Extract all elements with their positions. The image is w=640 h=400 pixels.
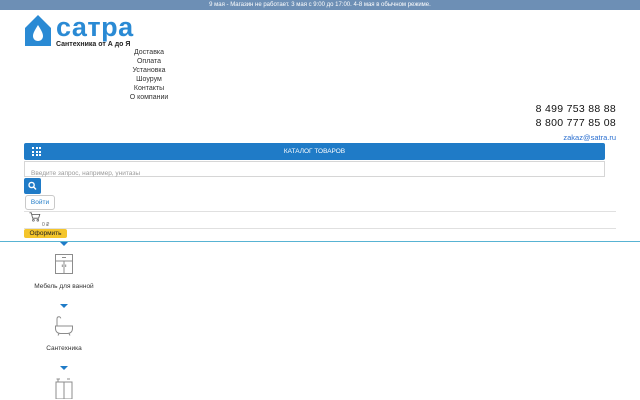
nav-item-delivery[interactable]: Доставка (118, 48, 180, 57)
announcement-bar: 9 мая - Магазин не работает. 3 мая с 9:0… (0, 0, 640, 10)
logo[interactable]: сатра Сантехника от А до Я (24, 12, 134, 50)
checkout-button[interactable]: Оформить (24, 229, 67, 238)
search-icon (28, 181, 37, 190)
catalog-button[interactable]: КАТАЛОГ ТОВАРОВ (24, 143, 605, 160)
category-item[interactable] (24, 366, 104, 400)
main-nav: Доставка Оплата Установка Шоурум Контакт… (118, 48, 180, 102)
search-button[interactable] (24, 178, 41, 194)
logo-tagline: Сантехника от А до Я (56, 41, 131, 48)
caret-down-icon (60, 242, 68, 246)
nav-item-payment[interactable]: Оплата (118, 57, 180, 66)
divider (24, 228, 616, 229)
bathtub-icon (55, 316, 73, 336)
login-button[interactable]: Войти (25, 195, 55, 210)
divider (24, 211, 616, 212)
nav-item-showroom[interactable]: Шоурум (118, 75, 180, 84)
shower-cabin-icon (55, 378, 73, 399)
nav-item-installation[interactable]: Установка (118, 66, 180, 75)
email-link[interactable]: zakaz@satra.ru (536, 132, 616, 143)
logo-drop-icon (25, 15, 51, 46)
grid-icon (32, 147, 41, 156)
search-box (24, 161, 605, 181)
nav-item-contacts[interactable]: Контакты (118, 84, 180, 93)
category-item[interactable]: Мебель для ванной (24, 242, 104, 290)
contacts-block: 8 499 753 88 88 8 800 777 85 08 zakaz@sa… (536, 102, 616, 143)
cart-icon[interactable] (29, 212, 41, 222)
vanity-cabinet-icon (55, 254, 73, 274)
phone-secondary[interactable]: 8 800 777 85 08 (536, 116, 616, 130)
catalog-button-label: КАТАЛОГ ТОВАРОВ (283, 148, 346, 155)
category-item[interactable]: Сантехника (24, 304, 104, 352)
caret-down-icon (60, 304, 68, 308)
search-input[interactable] (25, 166, 604, 181)
phone-primary[interactable]: 8 499 753 88 88 (536, 102, 616, 116)
nav-item-about[interactable]: О компании (118, 93, 180, 102)
logo-name: сатра (56, 12, 134, 42)
category-label: Сантехника (46, 345, 82, 352)
caret-down-icon (60, 366, 68, 370)
category-label: Мебель для ванной (34, 283, 94, 290)
